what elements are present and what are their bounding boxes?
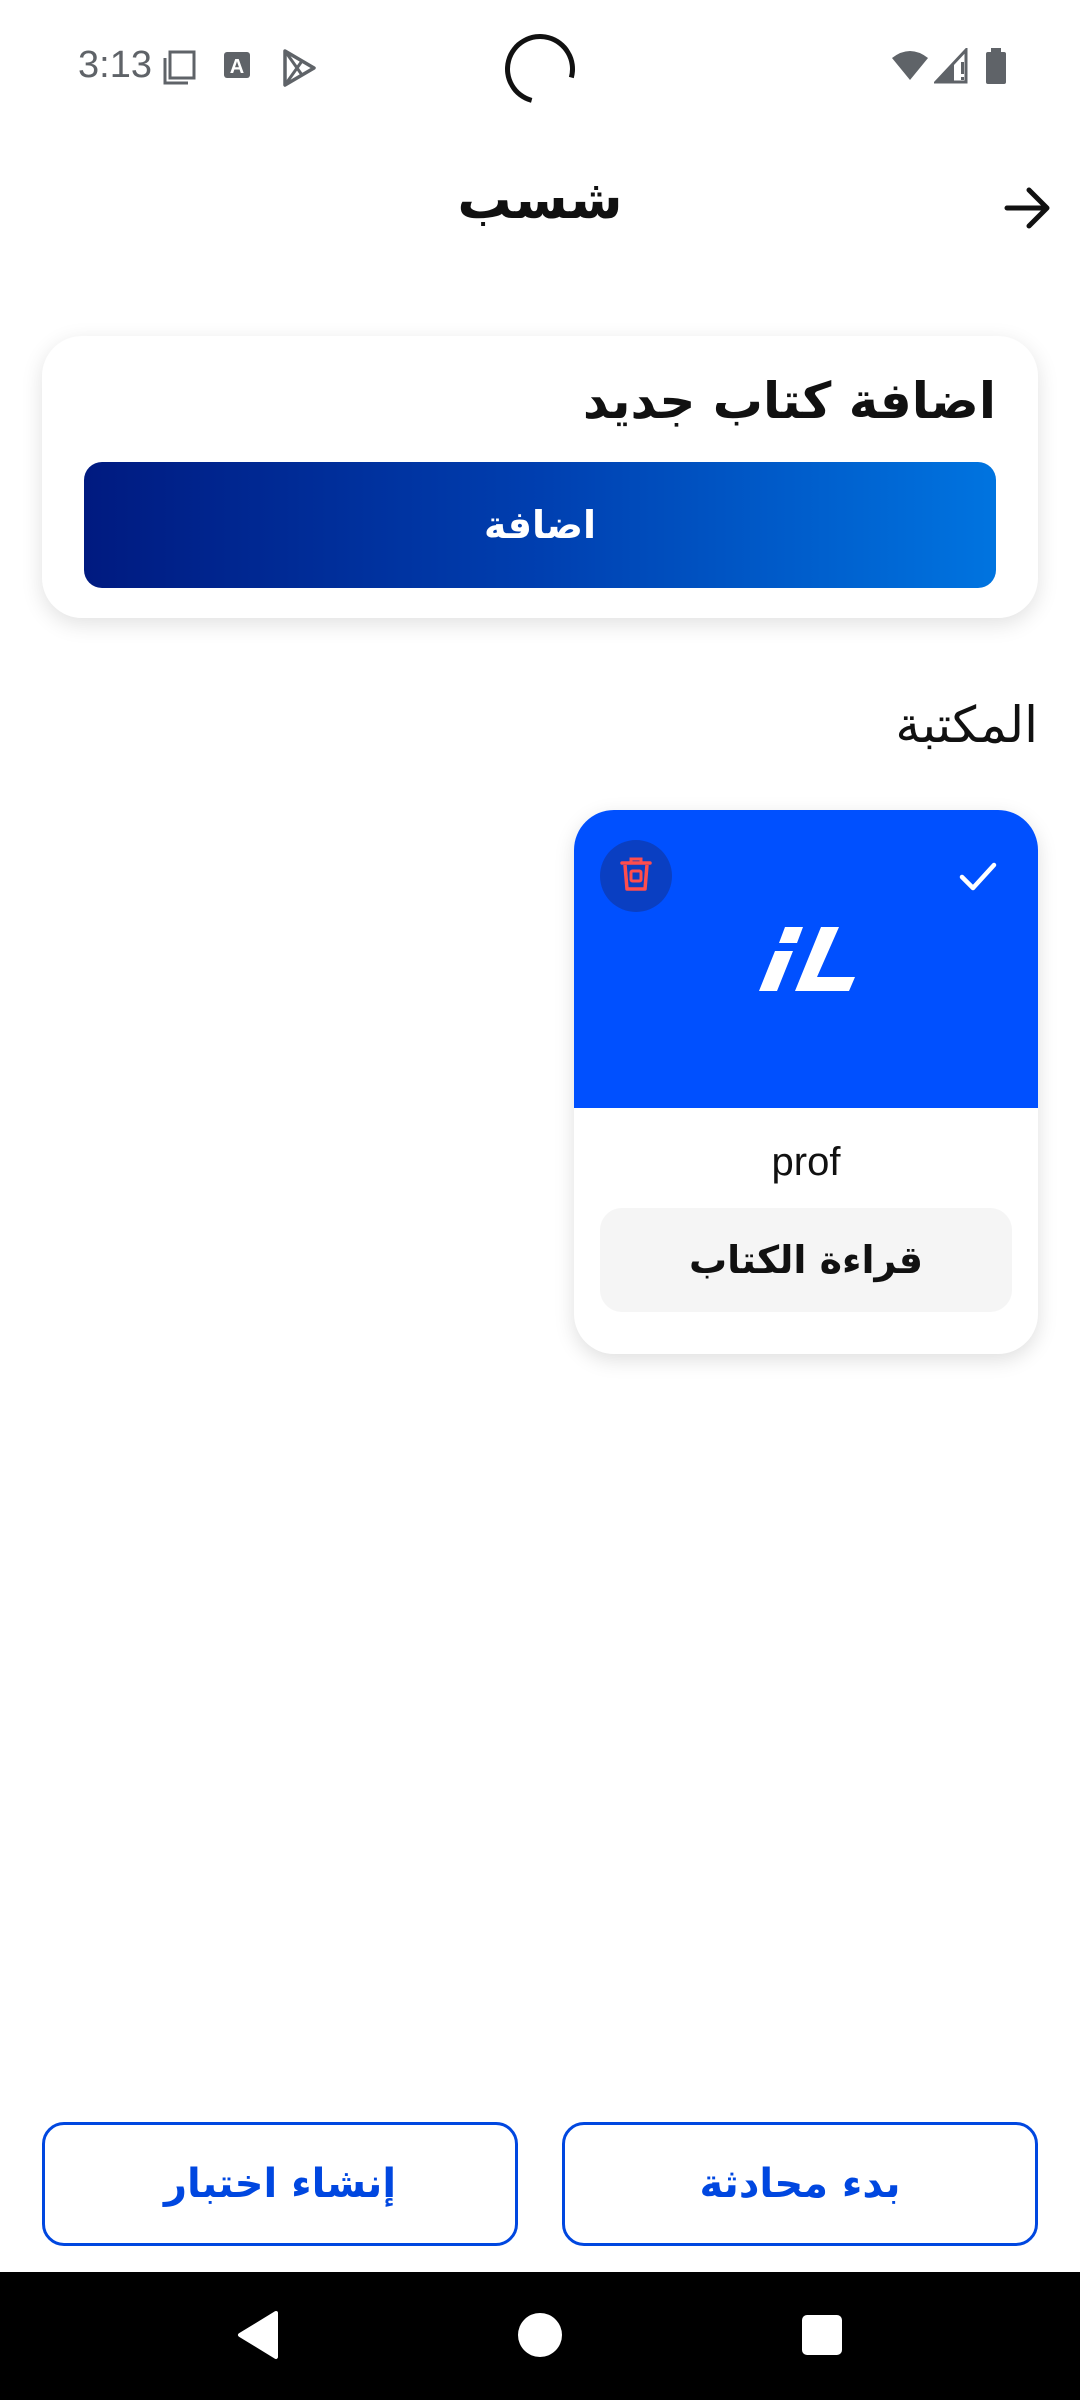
check-icon (952, 850, 1004, 902)
app-logo-icon (759, 925, 855, 995)
system-nav-bar (0, 2272, 1080, 2400)
notification-copy-icon (160, 48, 200, 92)
arrow-right-icon (1003, 186, 1053, 234)
status-time: 3:13 (78, 44, 152, 86)
play-store-icon (280, 48, 318, 92)
home-circle-icon (516, 2311, 564, 2363)
book-name: prof (771, 1140, 841, 1184)
recents-square-icon (800, 2313, 844, 2361)
wifi-icon (890, 48, 930, 88)
status-bar: 3:13 A (0, 0, 1080, 140)
trash-icon (616, 854, 656, 898)
read-book-button[interactable]: قراءة الكتاب (600, 1208, 1012, 1312)
book-card[interactable]: prof قراءة الكتاب (574, 810, 1038, 1354)
start-chat-button[interactable]: بدء محادثة (562, 2122, 1038, 2246)
nav-recents-button[interactable] (782, 2302, 862, 2372)
add-book-card: اضافة كتاب جديد اضافة (42, 336, 1038, 618)
page-title: شسب (457, 168, 623, 231)
back-button[interactable] (996, 180, 1060, 240)
add-book-title: اضافة كتاب جديد (582, 372, 996, 430)
book-cover (574, 810, 1038, 1108)
nav-back-button[interactable] (218, 2302, 298, 2372)
back-triangle-icon (236, 2310, 280, 2364)
svg-text:A: A (230, 56, 244, 78)
font-a-icon: A (222, 48, 254, 88)
add-book-button[interactable]: اضافة (84, 462, 996, 588)
battery-icon (984, 48, 1008, 90)
library-heading: المكتبة (895, 696, 1038, 754)
camera-cutout (492, 21, 588, 117)
create-quiz-button[interactable]: إنشاء اختبار (42, 2122, 518, 2246)
nav-home-button[interactable] (500, 2302, 580, 2372)
signal-icon (932, 46, 970, 88)
delete-book-button[interactable] (600, 840, 672, 912)
